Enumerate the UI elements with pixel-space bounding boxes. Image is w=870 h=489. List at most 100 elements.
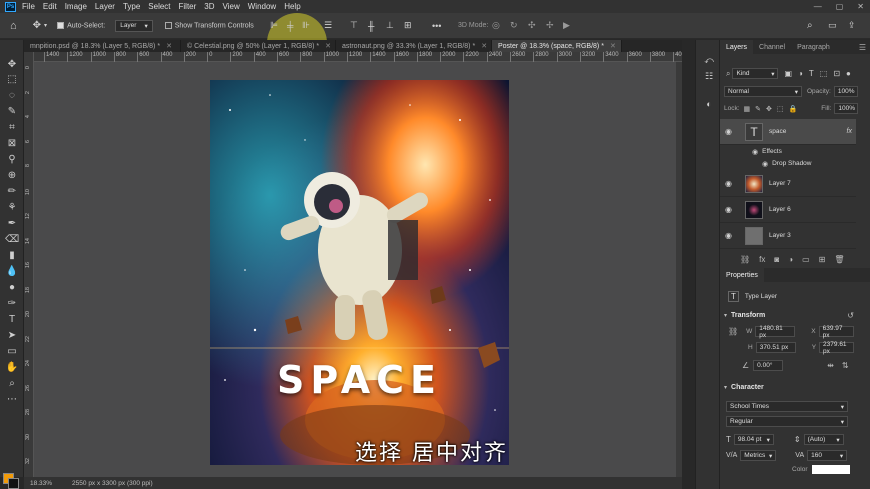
new-group-icon[interactable]: ▭ xyxy=(802,255,810,264)
libraries-icon[interactable]: ◐ xyxy=(703,98,715,110)
reset-icon[interactable]: ↺ xyxy=(847,311,854,320)
new-layer-icon[interactable]: ⊞ xyxy=(819,255,826,264)
properties-title[interactable]: Properties xyxy=(720,268,764,282)
font-size-field[interactable]: 98.04 pt ▾ xyxy=(733,434,774,445)
rectangle-tool-icon[interactable]: ▭ xyxy=(5,345,19,357)
align-center-icon[interactable]: ╪ xyxy=(287,21,293,31)
menu-layer[interactable]: Layer xyxy=(95,2,115,11)
lock-all-icon[interactable]: 🔒 xyxy=(789,105,798,113)
x-field[interactable]: 639.97 px xyxy=(818,325,854,339)
maximize-button[interactable]: ▢ xyxy=(836,2,844,11)
menu-edit[interactable]: Edit xyxy=(43,2,57,11)
quick-select-tool-icon[interactable]: ✎ xyxy=(5,105,19,117)
move-tool-icon[interactable]: ✥ xyxy=(5,58,19,70)
layer-row-layer-7[interactable]: ◉ Layer 7 xyxy=(720,171,856,197)
close-tab-icon[interactable]: ✕ xyxy=(325,42,331,50)
fill-field[interactable]: 100% xyxy=(834,103,859,114)
distribute-icon[interactable]: ☰ xyxy=(324,20,332,31)
tab-poster[interactable]: Poster @ 18.3% (space, RGB/8) * ✕ xyxy=(492,40,622,52)
character-section-header[interactable]: ▾ Character xyxy=(720,384,870,391)
transform-section-header[interactable]: ▾ Transform ↺ xyxy=(720,311,870,320)
lasso-tool-icon[interactable]: ◌ xyxy=(5,89,19,101)
delete-layer-icon[interactable]: 🗑 xyxy=(834,255,844,264)
eye-icon[interactable]: ◉ xyxy=(725,127,737,136)
close-tab-icon[interactable]: ✕ xyxy=(610,42,616,50)
eye-icon[interactable]: ◉ xyxy=(725,205,737,214)
link-proportions-icon[interactable]: ⛓ xyxy=(728,327,738,336)
share-icon[interactable]: ⇪ xyxy=(848,20,856,31)
add-mask-icon[interactable]: ◙ xyxy=(774,255,779,264)
lock-paint-icon[interactable]: ✎ xyxy=(755,105,761,113)
history-brush-tool-icon[interactable]: ✒ xyxy=(5,217,19,229)
menu-image[interactable]: Image xyxy=(65,2,87,11)
distribute-vertical-icon[interactable]: ⊞ xyxy=(404,20,412,31)
angle-field[interactable]: 0.00° xyxy=(753,360,784,371)
adjustments-icon[interactable]: ☷ xyxy=(703,70,715,82)
fx-icon[interactable]: fx xyxy=(759,255,765,264)
kerning-field[interactable]: Metrics ▾ xyxy=(740,450,777,461)
align-left-icon[interactable]: ⊫ xyxy=(270,20,278,31)
tracking-field[interactable]: 160 ▾ xyxy=(807,450,848,461)
leading-field[interactable]: (Auto) ▾ xyxy=(803,434,844,445)
align-right-icon[interactable]: ⊪ xyxy=(302,20,310,31)
canvas-area[interactable]: SPACE 选择 居中对齐 xyxy=(34,62,682,477)
marquee-tool-icon[interactable]: ⬚ xyxy=(5,73,19,85)
3d-pan-icon[interactable]: ✣ xyxy=(528,20,536,31)
3d-roll-icon[interactable]: ↻ xyxy=(510,20,518,31)
menu-select[interactable]: Select xyxy=(148,2,170,11)
filter-smart-object-icon[interactable]: ⊡ xyxy=(833,69,840,78)
more-tools-icon[interactable]: ⋯ xyxy=(5,393,19,405)
flip-horizontal-icon[interactable]: ⇹ xyxy=(827,361,834,370)
show-transform-checkbox[interactable]: Show Transform Controls xyxy=(164,21,254,29)
eraser-tool-icon[interactable]: ⌫ xyxy=(5,233,19,245)
font-style-dropdown[interactable]: Regular ▾ xyxy=(726,416,848,427)
tab-celestial[interactable]: © Celestial.png @ 50% (Layer 1, RGB/8) *… xyxy=(181,40,336,52)
layer-row-layer-3[interactable]: ◉ Layer 3 xyxy=(720,223,856,249)
crop-tool-icon[interactable]: ⌗ xyxy=(5,121,19,133)
auto-select-dropdown[interactable]: Layer ▾ xyxy=(115,19,153,32)
close-tab-icon[interactable]: ✕ xyxy=(481,42,487,50)
close-window-button[interactable]: ✕ xyxy=(857,2,864,11)
healing-brush-tool-icon[interactable]: ⊕ xyxy=(5,169,19,181)
eye-icon[interactable]: ◉ xyxy=(752,148,758,156)
tab-mnpition[interactable]: mnpition.psd @ 18.3% (Layer 5, RGB/8) * ✕ xyxy=(24,40,181,52)
3d-scale-icon[interactable]: ▶ xyxy=(563,20,570,31)
layer-row-layer-6[interactable]: ◉ Layer 6 xyxy=(720,197,856,223)
fx-icon[interactable]: fx xyxy=(847,128,852,135)
gradient-tool-icon[interactable]: ▮ xyxy=(5,249,19,261)
filter-pixel-icon[interactable]: ▣ xyxy=(784,69,792,78)
blur-tool-icon[interactable]: 💧 xyxy=(5,265,19,277)
poster-document[interactable]: SPACE xyxy=(210,80,509,465)
minimize-button[interactable]: — xyxy=(814,2,822,11)
tab-paragraph[interactable]: Paragraph xyxy=(791,40,836,54)
layer-row-space[interactable]: ◉ T space fx xyxy=(720,119,856,145)
search-icon[interactable]: ⌕ xyxy=(807,20,813,31)
zoom-tool-icon[interactable]: ⌕ xyxy=(5,377,19,389)
panel-menu-icon[interactable]: ☰ xyxy=(859,43,866,52)
zoom-level[interactable]: 18.33% xyxy=(30,480,52,487)
menu-3d[interactable]: 3D xyxy=(204,2,214,11)
link-layers-icon[interactable]: ⛓ xyxy=(740,255,750,264)
dodge-tool-icon[interactable]: ● xyxy=(5,281,19,293)
chevron-down-icon[interactable]: ▾ xyxy=(44,22,47,29)
close-tab-icon[interactable]: ✕ xyxy=(166,42,172,50)
eye-icon[interactable]: ◉ xyxy=(725,231,737,240)
tab-layers[interactable]: Layers xyxy=(720,40,754,54)
y-field[interactable]: 2379.61 px xyxy=(819,341,855,355)
pen-tool-icon[interactable]: ✑ xyxy=(5,297,19,309)
flip-vertical-icon[interactable]: ⇅ xyxy=(842,361,849,370)
align-middle-icon[interactable]: ╫ xyxy=(368,21,374,31)
workspace-icon[interactable]: ▭ xyxy=(828,20,837,31)
menu-filter[interactable]: Filter xyxy=(179,2,197,11)
history-icon[interactable]: ⤺ xyxy=(703,54,715,66)
filter-adjustment-icon[interactable]: ◑ xyxy=(798,69,803,78)
lock-pixels-icon[interactable]: ▦ xyxy=(744,105,751,113)
menu-help[interactable]: Help xyxy=(284,2,300,11)
path-selection-tool-icon[interactable]: ➤ xyxy=(5,329,19,341)
filter-shape-icon[interactable]: ⬚ xyxy=(820,69,828,78)
home-icon[interactable]: ⌂ xyxy=(10,20,17,32)
height-field[interactable]: 370.51 px xyxy=(755,342,796,353)
brush-tool-icon[interactable]: ✏ xyxy=(5,185,19,197)
lock-artboard-icon[interactable]: ⬚ xyxy=(777,105,784,113)
frame-tool-icon[interactable]: ⊠ xyxy=(5,137,19,149)
